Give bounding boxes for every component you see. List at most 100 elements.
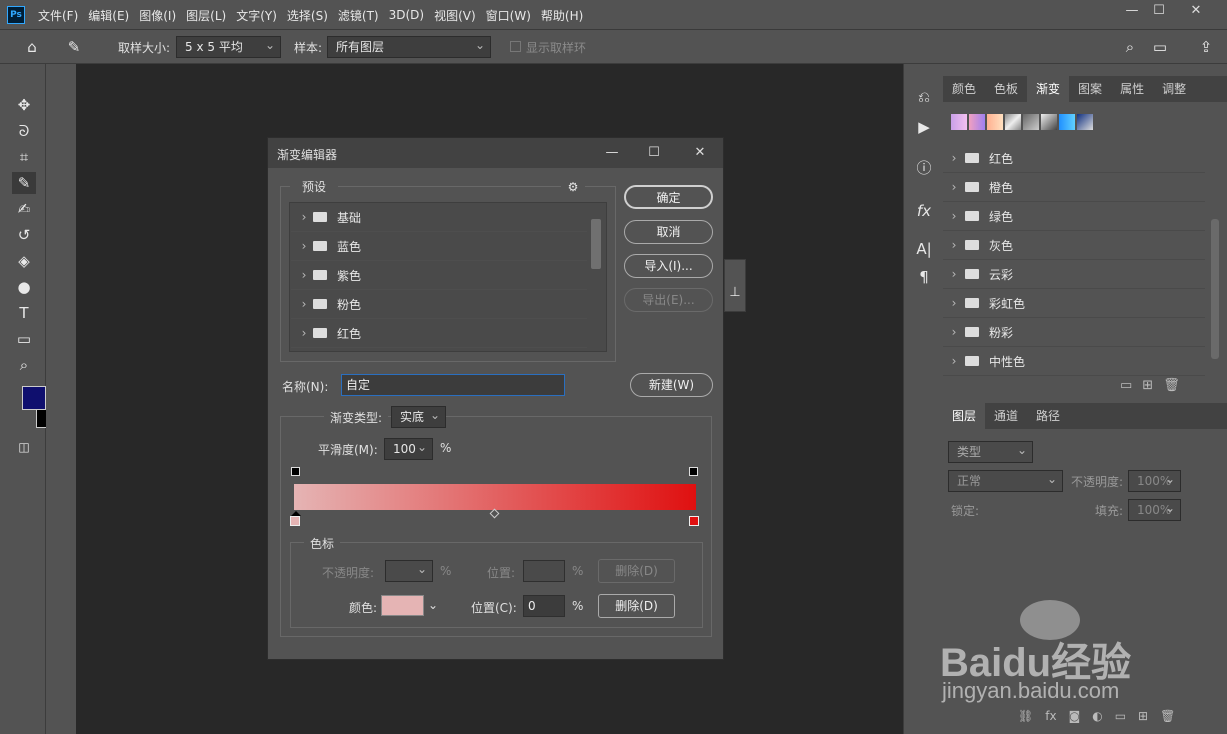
sample-size-select[interactable]: 5 x 5 平均: [176, 35, 281, 58]
tab-layers[interactable]: 图层: [943, 403, 986, 429]
gradient-folder[interactable]: › 灰色: [943, 231, 1205, 260]
menu-select[interactable]: 选择(S): [287, 7, 328, 24]
gradient-folder[interactable]: › 中性色: [943, 347, 1205, 376]
new-folder-icon[interactable]: ▭: [1120, 378, 1132, 393]
menu-help[interactable]: 帮助(H): [541, 7, 583, 24]
gear-icon[interactable]: ⚙: [561, 176, 585, 198]
stop-location-input[interactable]: 0: [523, 595, 565, 617]
tab-paths[interactable]: 路径: [1027, 403, 1069, 429]
color-stop-right[interactable]: [689, 516, 699, 526]
blend-mode-select[interactable]: 正常: [948, 469, 1063, 492]
tab-color[interactable]: 颜色: [943, 76, 985, 102]
stop-opacity-location-input[interactable]: [523, 560, 565, 582]
menu-3d[interactable]: 3D(D): [389, 8, 424, 22]
character-icon[interactable]: A|: [912, 238, 936, 260]
tab-properties[interactable]: 属性: [1111, 76, 1153, 102]
menu-image[interactable]: 图像(I): [139, 7, 176, 24]
gradient-type-select[interactable]: 实底: [391, 405, 446, 428]
smoothness-input[interactable]: 100: [384, 437, 433, 460]
workspace-icon[interactable]: ▭: [1148, 36, 1172, 58]
search-icon[interactable]: ⌕: [1118, 36, 1142, 58]
zoom-tool-icon[interactable]: ⌕: [12, 354, 36, 376]
opacity-stop-right[interactable]: [689, 467, 698, 476]
menu-type[interactable]: 文字(Y): [236, 7, 277, 24]
gradient-folder[interactable]: › 橙色: [943, 173, 1205, 202]
type-tool-icon[interactable]: T: [12, 302, 36, 324]
show-ring-checkbox[interactable]: [510, 41, 521, 52]
stop-color-swatch[interactable]: [381, 595, 424, 616]
gradient-swatch[interactable]: [951, 114, 967, 130]
gradient-folder[interactable]: › 红色: [943, 144, 1205, 173]
tab-channels[interactable]: 通道: [985, 403, 1027, 429]
history-icon[interactable]: ⎌: [912, 86, 936, 108]
menu-edit[interactable]: 编辑(E): [88, 7, 129, 24]
menu-layer[interactable]: 图层(L): [186, 7, 226, 24]
name-input[interactable]: 自定: [341, 374, 565, 396]
fx-icon[interactable]: fx: [912, 200, 936, 222]
preset-folder[interactable]: › 红色: [291, 319, 587, 348]
preset-folder[interactable]: › 紫色: [291, 261, 587, 290]
new-layer-icon[interactable]: ⊞: [1138, 709, 1148, 723]
delete-layer-icon[interactable]: 🗑: [1160, 709, 1175, 723]
stop-delete-button[interactable]: 删除(D): [598, 594, 675, 618]
mask-icon[interactable]: ◙: [1069, 709, 1081, 723]
new-gradient-icon[interactable]: ⊞: [1142, 378, 1153, 393]
gradient-swatch[interactable]: [1023, 114, 1039, 130]
dialog-maximize-icon[interactable]: ☐: [638, 142, 670, 164]
ok-button[interactable]: 确定: [624, 185, 713, 209]
gradient-folder[interactable]: › 粉彩: [943, 318, 1205, 347]
eyedropper-icon[interactable]: ✎: [62, 36, 86, 58]
link-icon[interactable]: ⛓: [1018, 709, 1033, 723]
quick-mask-icon[interactable]: ◫: [12, 436, 36, 458]
import-button[interactable]: 导入(I)...: [624, 254, 713, 278]
fx-icon[interactable]: fx: [1045, 709, 1056, 723]
gradient-folder[interactable]: › 彩虹色: [943, 289, 1205, 318]
opacity-stop-left[interactable]: [291, 467, 300, 476]
menu-filter[interactable]: 滤镜(T): [338, 7, 379, 24]
opacity-input[interactable]: 100%: [1128, 469, 1181, 492]
gradient-swatch[interactable]: [1041, 114, 1057, 130]
brush-tool-icon[interactable]: ✍: [12, 198, 36, 220]
share-icon[interactable]: ⇪: [1194, 36, 1218, 58]
tab-patterns[interactable]: 图案: [1069, 76, 1111, 102]
sample-select[interactable]: 所有图层: [327, 35, 491, 58]
stop-opacity-delete-button[interactable]: 删除(D): [598, 559, 675, 583]
eyedropper-tool-icon[interactable]: ✎: [12, 172, 36, 194]
crop-tool-icon[interactable]: ⌗: [12, 146, 36, 168]
info-icon[interactable]: ⓘ: [912, 157, 936, 179]
gradient-preview-bar[interactable]: [294, 484, 696, 510]
paragraph-icon[interactable]: ¶: [912, 266, 936, 288]
fill-input[interactable]: 100%: [1128, 498, 1181, 521]
preset-folder[interactable]: › 基础: [291, 203, 587, 232]
cancel-button[interactable]: 取消: [624, 220, 713, 244]
tab-adjustments[interactable]: 调整: [1153, 76, 1195, 102]
gradient-folder[interactable]: › 绿色: [943, 202, 1205, 231]
preset-folder[interactable]: › 蓝色: [291, 232, 587, 261]
color-stop-left[interactable]: [290, 516, 300, 526]
panel-scrollbar[interactable]: [1211, 219, 1219, 359]
rectangle-tool-icon[interactable]: ▭: [12, 328, 36, 350]
menu-file[interactable]: 文件(F): [38, 7, 78, 24]
gradient-tool-icon[interactable]: ◈: [12, 250, 36, 272]
stop-opacity-input[interactable]: [385, 559, 433, 582]
menu-window[interactable]: 窗口(W): [486, 7, 531, 24]
menu-view[interactable]: 视图(V): [434, 7, 476, 24]
lasso-tool-icon[interactable]: ᘐ: [12, 120, 36, 142]
history-brush-icon[interactable]: ↺: [12, 224, 36, 246]
group-icon[interactable]: ▭: [1115, 709, 1126, 723]
tab-gradients[interactable]: 渐变: [1027, 76, 1070, 102]
gradient-swatch[interactable]: [969, 114, 985, 130]
delete-icon[interactable]: 🗑: [1163, 378, 1180, 393]
presets-scrollbar[interactable]: [591, 219, 601, 269]
chevron-down-icon[interactable]: ⌄: [428, 598, 438, 612]
home-icon[interactable]: ⌂: [20, 36, 44, 58]
gradient-swatch[interactable]: [987, 114, 1003, 130]
gradient-swatch[interactable]: [1077, 114, 1093, 130]
play-icon[interactable]: ▶: [912, 116, 936, 138]
gradient-swatch[interactable]: [1059, 114, 1075, 130]
move-tool-icon[interactable]: ✥: [12, 94, 36, 116]
dialog-close-icon[interactable]: ✕: [684, 142, 716, 164]
foreground-color-swatch[interactable]: [22, 386, 46, 410]
close-icon[interactable]: ✕: [1180, 0, 1212, 22]
gradient-folder[interactable]: › 云彩: [943, 260, 1205, 289]
